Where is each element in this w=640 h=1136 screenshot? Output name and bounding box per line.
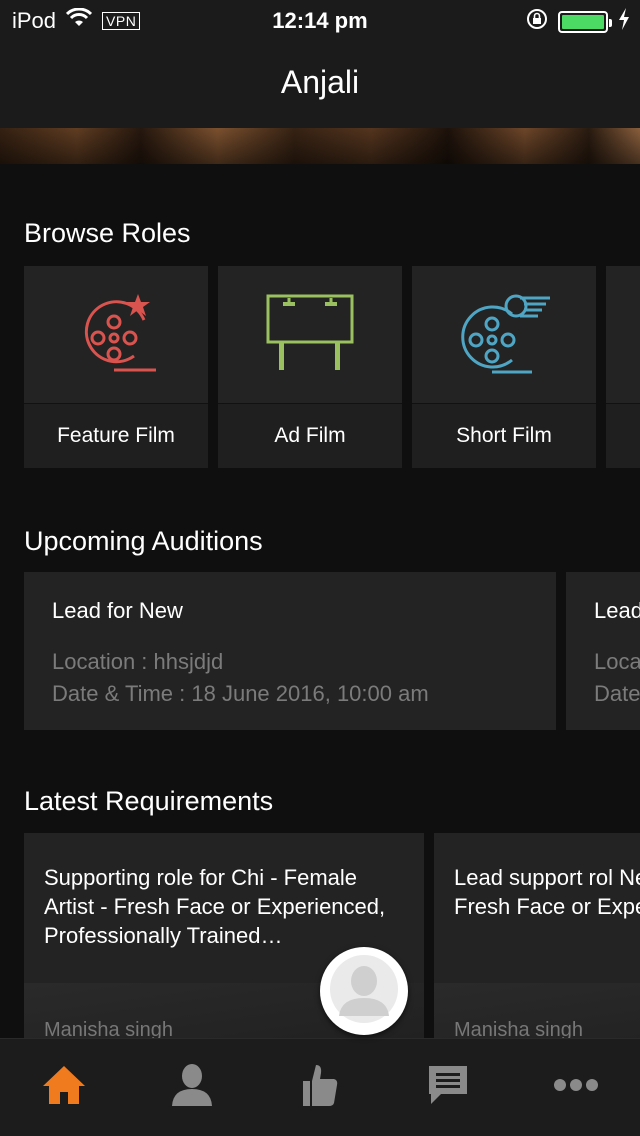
tab-messages[interactable]	[384, 1039, 512, 1136]
role-label: Ad Film	[218, 404, 402, 468]
profile-icon	[171, 1063, 213, 1112]
page-title: Anjali	[280, 64, 360, 100]
billboard-icon	[265, 290, 355, 379]
header-banner-image	[0, 128, 640, 164]
more-icon	[553, 1078, 599, 1097]
audition-datetime: Date & Time : 18 June 2016, 10:00 am	[52, 681, 429, 706]
thumbs-up-icon	[302, 1063, 338, 1112]
home-icon	[41, 1064, 87, 1111]
messages-icon	[427, 1064, 469, 1111]
charging-bolt-icon	[618, 8, 630, 35]
latest-requirements-heading: Latest Requirements	[24, 786, 274, 816]
roles-carousel[interactable]: Feature Film Ad Film Short Film	[24, 266, 640, 468]
upcoming-auditions-heading: Upcoming Auditions	[24, 526, 263, 556]
role-card-ad-film[interactable]: Ad Film	[218, 266, 402, 468]
requirement-author: Manisha singh	[44, 1019, 173, 1038]
status-right	[526, 8, 630, 35]
role-label: Feature Film	[24, 404, 208, 468]
tab-profile[interactable]	[128, 1039, 256, 1136]
role-card-feature-film[interactable]: Feature Film	[24, 266, 208, 468]
tab-bar	[0, 1038, 640, 1136]
requirement-text: Supporting role for Chi - Female Artist …	[44, 865, 386, 948]
tab-home[interactable]	[0, 1039, 128, 1136]
role-label: Short Film	[412, 404, 596, 468]
requirement-card[interactable]: Lead support rol New - Female Ar Fresh F…	[434, 833, 640, 1038]
tab-likes[interactable]	[256, 1039, 384, 1136]
navigation-bar: Anjali	[0, 40, 640, 128]
audition-location: Location : hhsjdjd	[52, 649, 224, 674]
film-reel-star-icon	[74, 290, 158, 379]
role-card-short-film[interactable]: Short Film	[412, 266, 596, 468]
audition-datetime: Date	[594, 681, 640, 706]
requirement-author: Manisha singh	[454, 1019, 583, 1038]
home-content[interactable]: Browse Roles Feature Film Ad Film Short …	[0, 164, 640, 1038]
audition-card[interactable]: Lead Loca Date	[566, 572, 640, 730]
rotation-lock-icon	[526, 8, 548, 35]
audition-title: Lead for New	[52, 598, 183, 623]
browse-roles-heading: Browse Roles	[24, 218, 191, 248]
author-avatar[interactable]	[320, 947, 408, 1035]
film-reel-wind-icon	[454, 288, 554, 381]
audition-card[interactable]: Lead for New Location : hhsjdjd Date & T…	[24, 572, 556, 730]
user-placeholder-icon	[329, 954, 399, 1029]
role-card-partial[interactable]	[606, 266, 640, 468]
tab-more[interactable]	[512, 1039, 640, 1136]
status-bar: iPod VPN 12:14 pm	[0, 0, 640, 40]
battery-icon	[558, 10, 612, 33]
requirement-text: Lead support rol New - Female Ar Fresh F…	[454, 865, 640, 919]
audition-location: Loca	[594, 649, 640, 674]
audition-title: Lead	[594, 598, 640, 623]
